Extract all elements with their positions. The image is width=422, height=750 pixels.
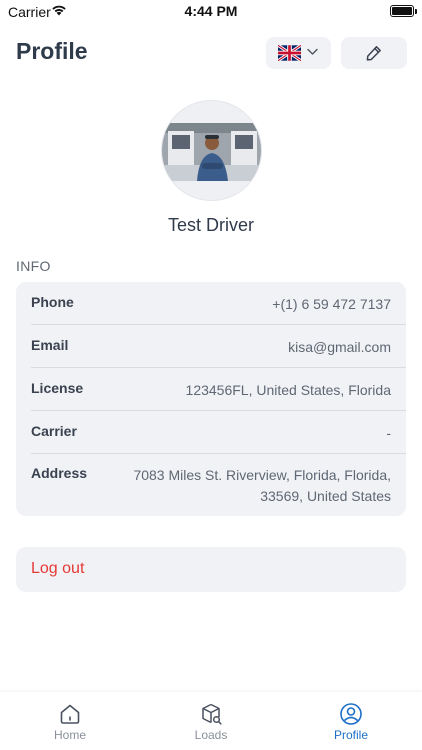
avatar[interactable] (161, 100, 262, 201)
carrier-value: - (386, 425, 391, 441)
info-section-label: INFO (16, 258, 51, 274)
chevron-down-icon (307, 48, 318, 55)
profile-icon (340, 703, 362, 725)
info-card: Phone +(1) 6 59 472 7137 Email kisa@gmai… (16, 282, 406, 516)
phone-label: Phone (31, 294, 74, 310)
tab-home[interactable]: Home (20, 692, 120, 750)
divider (31, 410, 406, 411)
clock: 4:44 PM (184, 3, 238, 19)
battery-icon (390, 5, 417, 17)
page-title: Profile (16, 38, 88, 64)
tab-home-label: Home (53, 728, 86, 742)
address-label: Address (31, 465, 88, 481)
pencil-icon (366, 46, 381, 61)
home-icon (60, 704, 80, 724)
license-label: License (31, 380, 84, 396)
edit-profile-button[interactable] (341, 37, 407, 69)
email-label: Email (31, 337, 69, 353)
divider (31, 367, 406, 368)
loads-icon (202, 703, 222, 725)
divider (31, 324, 406, 325)
tab-loads[interactable]: Loads (161, 692, 261, 750)
address-value: 7083 Miles St. Riverview, Florida, Flori… (133, 465, 391, 507)
divider (31, 453, 406, 454)
logout-button[interactable]: Log out (16, 547, 406, 592)
tab-bar: Home Loads Profile (0, 692, 422, 750)
email-value: kisa@gmail.com (288, 339, 391, 355)
address-line-1: 7083 Miles St. Riverview, Florida, Flori… (133, 467, 391, 483)
driver-photo (162, 101, 261, 200)
uk-flag-icon (278, 45, 301, 61)
logout-label: Log out (31, 560, 85, 577)
driver-name: Test Driver (167, 215, 254, 235)
tab-profile-label: Profile (333, 728, 368, 742)
language-select-button[interactable] (266, 37, 331, 69)
tab-loads-label: Loads (194, 728, 228, 742)
address-line-2: 33569, United States (260, 488, 391, 504)
phone-value: +(1) 6 59 472 7137 (272, 296, 391, 312)
status-bar: Carrier 4:44 PM (0, 0, 422, 24)
carrier-label: Carrier (31, 423, 77, 439)
tab-profile[interactable]: Profile (301, 692, 401, 750)
license-value: 123456FL, United States, Florida (185, 382, 391, 398)
